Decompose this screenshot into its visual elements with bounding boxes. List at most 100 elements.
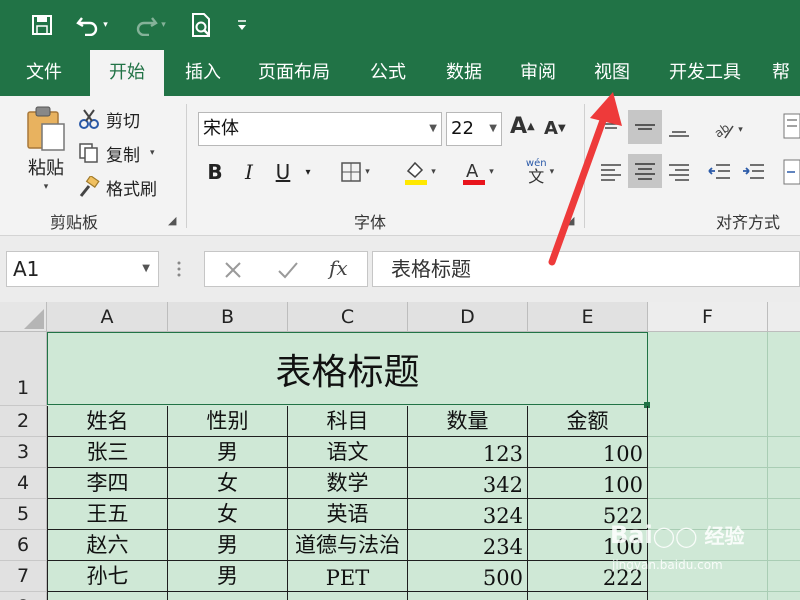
underline-dropdown-icon[interactable]: ▾ xyxy=(300,156,316,188)
name-box[interactable]: A1 ▼ xyxy=(6,251,159,287)
table-cell[interactable]: 324 xyxy=(408,499,528,530)
formula-input[interactable]: 表格标题 xyxy=(372,251,800,287)
table-cell[interactable]: 男 xyxy=(168,437,288,468)
grow-font-button[interactable]: A ▲ xyxy=(510,114,535,139)
row-header-7[interactable]: 7 xyxy=(0,561,47,592)
tab-data[interactable]: 数据 xyxy=(428,50,500,96)
table-cell[interactable] xyxy=(47,592,168,600)
table-cell[interactable]: 赵六 xyxy=(47,530,168,561)
font-color-button[interactable]: A ▾ xyxy=(452,156,502,188)
formula-bar-grip-icon[interactable] xyxy=(176,258,182,280)
table-cell[interactable]: 张三 xyxy=(47,437,168,468)
paste-button[interactable]: 粘贴 ▾ xyxy=(18,104,74,200)
table-cell[interactable]: 男 xyxy=(168,530,288,561)
tab-formulas[interactable]: 公式 xyxy=(352,50,424,96)
table-cell[interactable]: 342 xyxy=(408,468,528,499)
row-header-3[interactable]: 3 xyxy=(0,437,47,468)
phonetic-guide-button[interactable]: wén 文 ▾ xyxy=(516,156,564,188)
cut-button[interactable]: 剪切 xyxy=(78,106,140,132)
table-cell[interactable]: 道德与法治 xyxy=(288,530,408,561)
table-cell[interactable]: 王五 xyxy=(47,499,168,530)
merge-center-icon[interactable] xyxy=(782,156,800,188)
table-cell[interactable]: 500 xyxy=(408,561,528,592)
row-header-6[interactable]: 6 xyxy=(0,530,47,561)
table-cell[interactable]: PET xyxy=(288,561,408,592)
table-cell[interactable]: 英语 xyxy=(288,499,408,530)
align-center-icon[interactable] xyxy=(628,154,662,188)
header-cell[interactable]: 科目 xyxy=(288,406,408,437)
row-header-1[interactable]: 1 xyxy=(0,332,47,406)
insert-function-button[interactable]: fx xyxy=(329,256,348,280)
row-header-5[interactable]: 5 xyxy=(0,499,47,530)
italic-button[interactable]: I xyxy=(234,156,264,188)
orientation-button[interactable]: ab ▾ xyxy=(706,114,750,146)
header-cell[interactable]: 数量 xyxy=(408,406,528,437)
tab-home[interactable]: 开始 xyxy=(90,50,164,96)
redo-icon[interactable]: ▾ xyxy=(128,8,172,42)
save-icon[interactable] xyxy=(26,8,58,42)
bold-button[interactable]: B xyxy=(200,156,230,188)
tab-review[interactable]: 审阅 xyxy=(502,50,574,96)
shrink-font-button[interactable]: A ▼ xyxy=(544,118,566,139)
table-cell[interactable] xyxy=(528,592,648,600)
header-cell[interactable]: 姓名 xyxy=(47,406,168,437)
print-preview-icon[interactable] xyxy=(186,8,216,42)
table-cell[interactable]: 李四 xyxy=(47,468,168,499)
column-header-d[interactable]: D xyxy=(408,302,528,332)
table-cell[interactable]: 123 xyxy=(408,437,528,468)
table-cell[interactable]: 100 xyxy=(528,468,648,499)
table-cell[interactable] xyxy=(288,592,408,600)
table-cell[interactable] xyxy=(168,592,288,600)
fill-color-button[interactable]: ▾ xyxy=(394,156,444,188)
align-bottom-icon[interactable] xyxy=(666,114,692,146)
increase-indent-icon[interactable] xyxy=(740,156,766,188)
table-cell[interactable]: 语文 xyxy=(288,437,408,468)
align-left-icon[interactable] xyxy=(598,156,624,188)
copy-button[interactable]: 复制 ▾ xyxy=(78,140,155,166)
table-cell[interactable]: 女 xyxy=(168,468,288,499)
align-top-icon[interactable] xyxy=(598,114,624,146)
underline-button[interactable]: U xyxy=(268,156,298,188)
font-launcher-icon[interactable]: ◢ xyxy=(566,214,574,227)
column-header-a[interactable]: A xyxy=(47,302,168,332)
tab-file[interactable]: 文件 xyxy=(8,50,80,96)
tab-developer[interactable]: 开发工具 xyxy=(656,50,754,96)
table-cell[interactable]: 女 xyxy=(168,499,288,530)
enter-check-icon[interactable] xyxy=(277,260,299,280)
table-cell[interactable] xyxy=(408,592,528,600)
merged-title-cell[interactable]: 表格标题 xyxy=(47,332,648,405)
tab-page-layout[interactable]: 页面布局 xyxy=(246,50,342,96)
clipboard-launcher-icon[interactable]: ◢ xyxy=(168,214,176,227)
table-cell[interactable]: 孙七 xyxy=(47,561,168,592)
column-header-b[interactable]: B xyxy=(168,302,288,332)
customize-qat-icon[interactable] xyxy=(232,8,252,42)
table-cell[interactable]: 100 xyxy=(528,437,648,468)
column-header-f[interactable]: F xyxy=(648,302,768,332)
align-right-icon[interactable] xyxy=(666,156,692,188)
row-header-8[interactable]: 8 xyxy=(0,592,47,600)
cancel-icon[interactable] xyxy=(223,260,243,280)
column-header-c[interactable]: C xyxy=(288,302,408,332)
table-cell[interactable]: 234 xyxy=(408,530,528,561)
font-size-select[interactable]: 22 ▼ xyxy=(446,112,502,146)
row-header-4[interactable]: 4 xyxy=(0,468,47,499)
undo-icon[interactable]: ▾ xyxy=(70,8,114,42)
decrease-indent-icon[interactable] xyxy=(706,156,732,188)
header-cell[interactable]: 性别 xyxy=(168,406,288,437)
font-name-select[interactable]: 宋体 ▼ xyxy=(198,112,442,146)
tab-insert[interactable]: 插入 xyxy=(168,50,238,96)
row-header-2[interactable]: 2 xyxy=(0,406,47,437)
tab-view[interactable]: 视图 xyxy=(576,50,648,96)
tab-help[interactable]: 帮 xyxy=(772,50,800,96)
column-header-e[interactable]: E xyxy=(528,302,648,332)
header-cell[interactable]: 金额 xyxy=(528,406,648,437)
select-all-button[interactable] xyxy=(0,302,47,332)
table-cell[interactable]: 数学 xyxy=(288,468,408,499)
borders-button[interactable]: ▾ xyxy=(332,156,378,188)
column-header-g[interactable] xyxy=(768,302,800,332)
wrap-text-icon[interactable] xyxy=(782,110,800,142)
font-size-value: 22 xyxy=(451,118,474,139)
align-middle-icon[interactable] xyxy=(628,110,662,144)
table-cell[interactable]: 男 xyxy=(168,561,288,592)
format-painter-button[interactable]: 格式刷 xyxy=(78,174,157,200)
